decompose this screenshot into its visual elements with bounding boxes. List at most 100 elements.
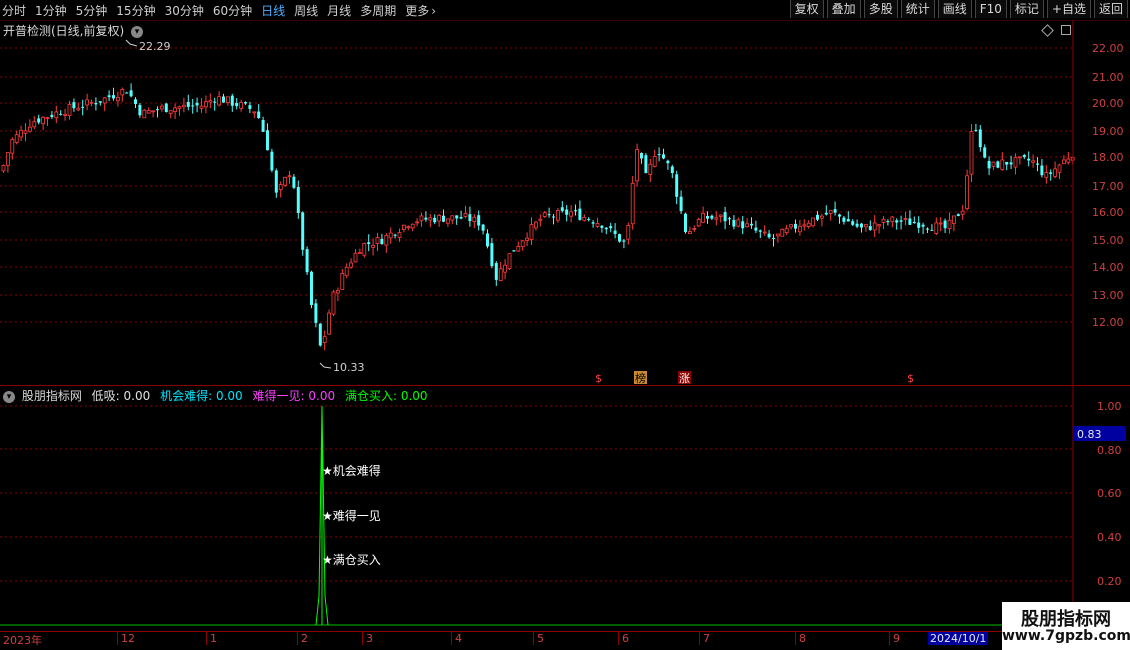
signal-label-full-buy: ★满仓买入 (322, 553, 381, 567)
candle-body (327, 312, 332, 335)
price-axis: 22.00 21.00 20.00 19.00 18.00 17.00 16.0… (1092, 42, 1124, 329)
candle-body (1031, 160, 1035, 163)
period-tab-5min[interactable]: 5分钟 (76, 2, 108, 19)
candle-body (529, 224, 534, 240)
indicator-tick: 0.60 (1097, 487, 1122, 500)
candle-body (741, 221, 745, 229)
candle-body (159, 105, 164, 110)
candle-body (1049, 172, 1053, 174)
period-tab-monthly[interactable]: 月线 (327, 2, 351, 19)
candlestick-chart[interactable]: 22.00 21.00 20.00 19.00 18.00 17.00 16.0… (0, 20, 1130, 385)
date-tick: 6 (618, 632, 629, 645)
more-label: 更多 (405, 3, 430, 18)
current-date-label: 2024/10/1 (928, 632, 989, 645)
candle-body (723, 212, 727, 222)
candle-body (235, 102, 239, 107)
candle-body (824, 212, 828, 215)
candle-body (604, 227, 608, 230)
candle-body (217, 96, 222, 106)
period-tabs: 分时 1分钟 5分钟 15分钟 30分钟 60分钟 日线 周线 月线 多周期 更… (2, 1, 445, 19)
period-tab-15min[interactable]: 15分钟 (116, 2, 155, 19)
high-price-label: 22.29 (139, 40, 171, 53)
candle-body (565, 209, 569, 215)
candle-body (877, 224, 881, 227)
candle-body (983, 147, 987, 158)
dollar-marker[interactable]: $ (907, 372, 914, 385)
candle-body (142, 109, 147, 119)
rank-marker[interactable]: 榜 (635, 371, 646, 385)
mark-button[interactable]: 标记 (1009, 0, 1044, 18)
add-watchlist-button[interactable]: +自选 (1046, 0, 1091, 18)
candle-body (1000, 159, 1005, 170)
date-tick: 4 (451, 632, 462, 645)
candle-body (956, 214, 960, 217)
candle-body (54, 111, 59, 119)
period-tab-weekly[interactable]: 周线 (294, 2, 318, 19)
candle-body (912, 221, 916, 224)
period-tab-multi[interactable]: 多周期 (360, 2, 396, 19)
candle-body (930, 229, 934, 231)
indicator-tick: 0.80 (1097, 444, 1122, 457)
candle-body (50, 114, 54, 118)
candle-body (151, 110, 156, 113)
period-tab-more[interactable]: 更多 › (405, 2, 436, 19)
candle-body (32, 121, 37, 128)
indicator-grid (0, 405, 1073, 582)
candle-body (274, 170, 278, 193)
candle-body (960, 210, 965, 215)
candle-body (67, 104, 72, 116)
period-tab-1min[interactable]: 1分钟 (35, 2, 67, 19)
candle-body (789, 224, 793, 228)
back-button[interactable]: 返回 (1093, 0, 1128, 18)
candle-body (943, 220, 947, 229)
candle-body (424, 217, 428, 220)
period-tab-30min[interactable]: 30分钟 (165, 2, 204, 19)
candle-body (556, 210, 560, 221)
candle-body (772, 237, 775, 239)
statistics-button[interactable]: 统计 (900, 0, 935, 18)
candle-body (173, 107, 178, 112)
candle-body (503, 264, 508, 273)
period-tab-daily[interactable]: 日线 (261, 2, 285, 19)
candle-body (1044, 172, 1049, 178)
candle-body (926, 228, 929, 230)
candle-body (406, 226, 411, 229)
multi-stock-button[interactable]: 多股 (863, 0, 898, 18)
low-pointer (319, 362, 332, 369)
candle-body (864, 224, 868, 228)
candle-body (745, 223, 749, 228)
candle-body (784, 228, 789, 233)
candle-body (662, 154, 665, 159)
date-tick: 2 (297, 632, 308, 645)
candle-body (181, 104, 186, 108)
f10-button[interactable]: F10 (974, 0, 1007, 18)
candle-body (248, 105, 252, 109)
candle-body (437, 215, 442, 222)
price-tick: 16.00 (1092, 206, 1124, 219)
candle-body (318, 323, 322, 346)
indicator-chart[interactable]: 1.00 0.80 0.60 0.40 0.20 0.83 ★机会难得 ★难得一… (0, 386, 1130, 631)
candle-body (433, 217, 437, 223)
candle-body (542, 212, 547, 217)
draw-line-button[interactable]: 画线 (937, 0, 972, 18)
candle-body (1062, 159, 1066, 165)
candle-body (1, 164, 6, 172)
candle-body (156, 109, 159, 111)
candle-body (582, 216, 587, 221)
candle-body (208, 100, 213, 103)
candle-body (507, 253, 512, 269)
overlay-button[interactable]: 叠加 (826, 0, 861, 18)
candle-body (846, 219, 850, 222)
date-tick: 12 (117, 632, 135, 645)
candle-body (860, 223, 863, 228)
adjust-button[interactable]: 复权 (789, 0, 824, 18)
period-tab-60min[interactable]: 60分钟 (213, 2, 252, 19)
signal-label-rare-chance: ★机会难得 (322, 463, 381, 478)
candle-body (428, 217, 433, 221)
period-tab-intraday[interactable]: 分时 (2, 2, 26, 19)
limit-up-marker[interactable]: 涨 (679, 372, 690, 385)
candle-body (191, 105, 195, 107)
price-tick: 13.00 (1092, 289, 1124, 302)
dollar-marker[interactable]: $ (595, 372, 602, 385)
candle-body (1027, 158, 1031, 161)
